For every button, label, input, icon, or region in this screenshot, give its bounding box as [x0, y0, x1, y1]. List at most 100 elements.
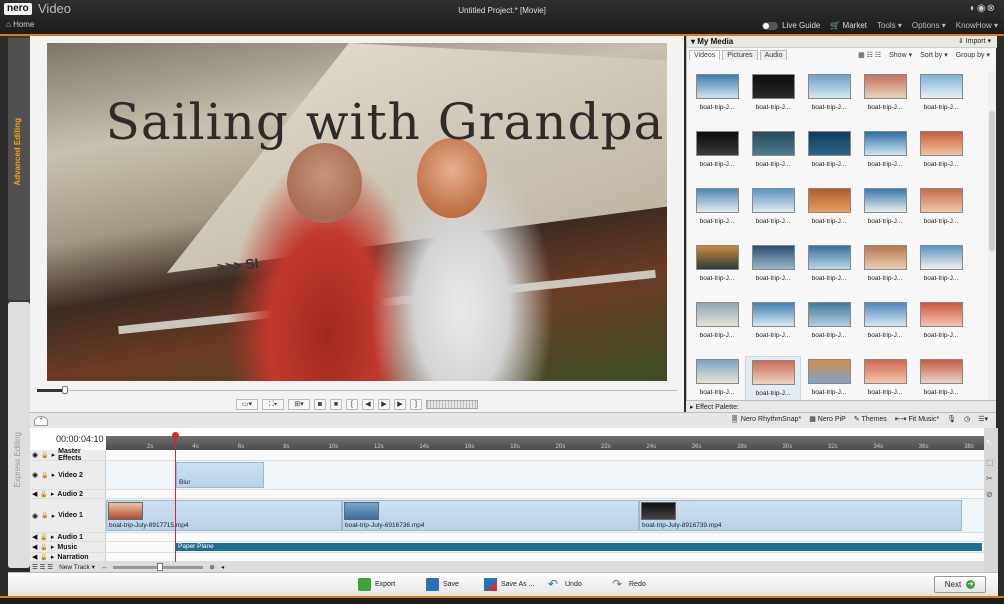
media-thumbnail[interactable]: boat-trip-J...	[745, 185, 801, 242]
media-thumbnail[interactable]: boat-trip-J...	[801, 128, 857, 185]
collapse-timeline-button[interactable]: ⌃	[34, 416, 48, 426]
rhythmsnap-button[interactable]: 🎚 Nero RhythmSnap*	[730, 415, 801, 423]
playhead-handle[interactable]	[172, 432, 179, 439]
market-button[interactable]: 🛒 Market	[830, 21, 867, 30]
knowhow-menu[interactable]: KnowHow ▾	[956, 21, 998, 30]
tab-advanced-editing[interactable]: Advanced Editing	[8, 38, 30, 300]
preview-scrubber[interactable]	[37, 386, 677, 396]
split-tool-icon[interactable]: ⊘	[986, 490, 993, 499]
sort-by-menu[interactable]: Sort by ▾	[920, 51, 948, 59]
media-thumbnail[interactable]: boat-trip-J...	[857, 71, 913, 128]
lock-icon[interactable]: 🔓	[41, 452, 48, 459]
expand-track-icon[interactable]: ▸	[52, 471, 56, 479]
media-thumbnail[interactable]: boat-trip-J...	[913, 242, 969, 299]
track-body[interactable]: Blur	[106, 461, 984, 489]
visibility-icon[interactable]: ◉	[32, 451, 38, 459]
music-clip[interactable]: Paper Plane	[176, 543, 982, 551]
zoom-slider[interactable]	[113, 562, 204, 571]
expand-track-icon[interactable]: ▸	[51, 553, 55, 561]
media-scroll-thumb[interactable]	[989, 111, 995, 251]
group-by-menu[interactable]: Group by ▾	[956, 51, 990, 59]
timeline-track[interactable]: ◉ 🔓 ▸ Video 2 Blur	[30, 461, 984, 490]
themes-button[interactable]: ✎ Themes	[854, 415, 887, 423]
media-thumbnail[interactable]: boat-trip-J...	[801, 185, 857, 242]
undo-button[interactable]: ↶ Undo	[548, 576, 582, 593]
jog-slider[interactable]	[426, 400, 478, 409]
media-thumbnail[interactable]: boat-trip-J...	[745, 242, 801, 299]
pip-button[interactable]: ▦ Nero PiP	[809, 415, 846, 423]
tab-audio[interactable]: Audio	[759, 50, 788, 60]
export-button[interactable]: Export	[358, 576, 395, 593]
tab-videos[interactable]: Videos	[689, 50, 721, 60]
media-thumbnail[interactable]: boat-trip-J...	[689, 71, 745, 128]
media-thumbnail[interactable]: boat-trip-J...	[913, 71, 969, 128]
window-controls[interactable]: ◐◉⊗	[970, 3, 996, 14]
timeline-track[interactable]: ◀ 🔓 ▸ Music Paper Plane	[30, 542, 984, 553]
visibility-icon[interactable]: ◉	[32, 512, 38, 520]
timeline-track[interactable]: ◀ 🔓 ▸ Audio 2	[30, 490, 984, 499]
timeline-track[interactable]: ◀ 🔓 ▸ Audio 1	[30, 533, 984, 542]
video-clip[interactable]: boat-trip-July-6916736.mp4	[342, 500, 639, 531]
expand-track-icon[interactable]: ▸	[51, 533, 55, 541]
save-as-button[interactable]: Save As ...	[484, 576, 534, 593]
prev-frame-icon[interactable]: ◀	[362, 399, 374, 410]
lock-icon[interactable]: 🔓	[40, 544, 47, 551]
cut-tool-icon[interactable]: ✂	[986, 474, 993, 483]
live-guide-toggle[interactable]: Live Guide	[762, 21, 820, 30]
show-menu[interactable]: Show ▾	[889, 51, 912, 59]
options-menu[interactable]: Options ▾	[912, 21, 946, 30]
video-clip[interactable]: boat-trip-July-8916739.mp4	[639, 500, 962, 531]
timeline-track[interactable]: ◉ 🔓 ▸ Video 1 boat-trip-July-8917715.mp4 boat…	[30, 499, 984, 533]
track-body[interactable]	[106, 553, 984, 561]
media-thumbnail[interactable]: boat-trip-J...	[745, 299, 801, 356]
my-media-title[interactable]: ▾ My Media	[691, 37, 733, 46]
aspect-button[interactable]: ⊞▾	[288, 399, 310, 410]
tab-pictures[interactable]: Pictures	[722, 50, 758, 60]
zoom-in-icon[interactable]: ⊕	[209, 563, 214, 571]
video-preview[interactable]: >>> SI Sailing with Grandpa	[47, 43, 667, 381]
lock-icon[interactable]: 🔓	[40, 534, 47, 541]
play-icon[interactable]: ▶	[378, 399, 390, 410]
lock-icon[interactable]: 🔓	[41, 472, 48, 479]
stop-icon[interactable]: ■	[330, 399, 342, 410]
media-thumbnail[interactable]: boat-trip-J...	[857, 299, 913, 356]
lock-icon[interactable]: 🔓	[40, 554, 47, 561]
media-thumbnail[interactable]: boat-trip-J...	[689, 299, 745, 356]
speaker-icon[interactable]: ◀	[32, 543, 37, 551]
tools-menu[interactable]: Tools ▾	[877, 21, 902, 30]
media-thumbnail[interactable]: boat-trip-J...	[801, 71, 857, 128]
blur-effect-clip[interactable]: Blur	[176, 462, 264, 488]
playhead-line[interactable]	[175, 432, 176, 572]
select-tool-icon[interactable]: ⬚	[986, 458, 994, 467]
scroll-left-icon[interactable]: ◂	[221, 563, 224, 571]
track-body[interactable]	[106, 450, 984, 460]
snapshot-icon[interactable]: ◙	[314, 399, 326, 410]
media-thumbnail[interactable]: boat-trip-J...	[801, 242, 857, 299]
fit-music-button[interactable]: ⇤⇥ Fit Music*	[895, 415, 939, 423]
tab-express-editing[interactable]: Express Editing	[8, 302, 30, 568]
lock-icon[interactable]: 🔓	[40, 491, 47, 498]
media-thumbnail[interactable]: boat-trip-J...	[745, 71, 801, 128]
save-button[interactable]: Save	[426, 576, 459, 593]
speaker-icon[interactable]: ◀	[32, 490, 37, 498]
zoom-view-icon[interactable]: ☰ ☰ ☰	[32, 563, 53, 571]
track-body[interactable]: Paper Plane	[106, 542, 984, 552]
track-body[interactable]: boat-trip-July-8917715.mp4 boat-trip-July…	[106, 499, 984, 532]
next-frame-icon[interactable]: ▶	[394, 399, 406, 410]
microphone-icon[interactable]: 🎙	[947, 415, 956, 423]
media-thumbnail[interactable]: boat-trip-J...	[913, 299, 969, 356]
media-thumbnail[interactable]: boat-trip-J...	[913, 128, 969, 185]
media-thumbnail[interactable]: boat-trip-J...	[857, 128, 913, 185]
track-body[interactable]	[106, 533, 984, 541]
media-thumbnail[interactable]: boat-trip-J...	[745, 128, 801, 185]
zoom-slider-handle[interactable]	[157, 562, 164, 571]
expand-track-icon[interactable]: ▸	[52, 451, 56, 459]
zoom-fit-icon[interactable]: ↔	[101, 564, 108, 571]
scrubber-handle[interactable]	[62, 386, 68, 394]
view-mode-icon[interactable]: ▦ ☷ ☷	[858, 51, 881, 59]
lock-icon[interactable]: 🔓	[41, 512, 48, 519]
new-track-button[interactable]: New Track ▾	[59, 563, 95, 571]
mark-in-icon[interactable]: [	[346, 399, 358, 410]
effect-palette-bar[interactable]: ▸ Effect Palette:	[686, 400, 996, 412]
speaker-icon[interactable]: ◀	[32, 533, 37, 541]
